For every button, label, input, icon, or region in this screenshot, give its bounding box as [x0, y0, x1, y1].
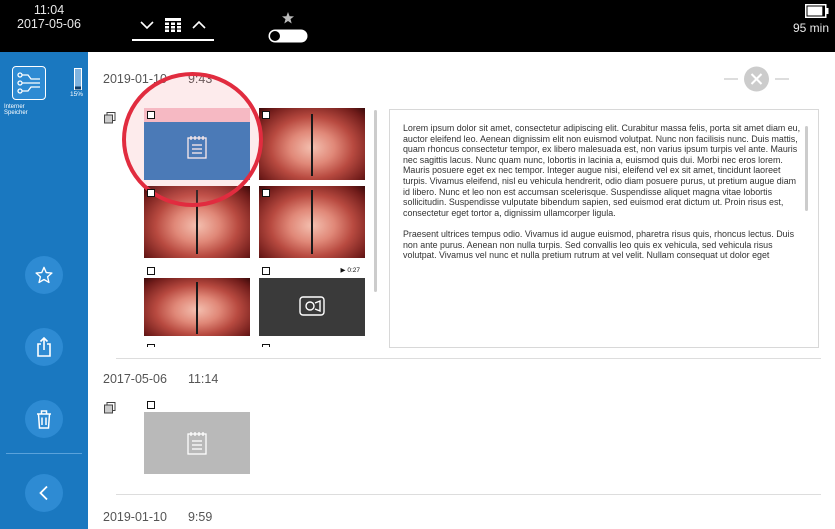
- thumbnail-checkbox[interactable]: [147, 267, 155, 275]
- video-duration: ▶ 0:27: [340, 267, 360, 274]
- sidebar: 15% Interner Speicher: [0, 52, 88, 529]
- video-camera-icon: [299, 296, 325, 316]
- group-time: 11:14: [187, 372, 219, 386]
- note-paragraph: Praesent ultrices tempus odio. Vivamus i…: [403, 228, 795, 261]
- thumbnail-checkbox[interactable]: [262, 267, 270, 275]
- group-time: 9:43: [187, 72, 213, 86]
- grid-view-icon[interactable]: [165, 18, 181, 32]
- thumbnail-checkbox[interactable]: [262, 189, 270, 197]
- note-icon: [187, 136, 207, 159]
- thumbnail-checkbox[interactable]: [147, 111, 155, 119]
- image-thumbnail[interactable]: [144, 186, 250, 258]
- back-button[interactable]: [25, 474, 63, 512]
- close-group-button[interactable]: [724, 66, 789, 92]
- group-header: 2017-05-06 11:14: [103, 372, 218, 386]
- favorites-toggle[interactable]: [268, 12, 308, 46]
- clock-date: 2017-05-06: [17, 17, 81, 31]
- share-icon: [37, 337, 51, 357]
- thumbnail-checkbox[interactable]: [262, 111, 270, 119]
- clock-time: 11:04: [33, 3, 65, 17]
- group-separator: [116, 358, 821, 359]
- favorite-button[interactable]: [25, 256, 63, 294]
- chevron-up-icon[interactable]: [192, 20, 206, 30]
- star-outline-icon: [35, 266, 53, 284]
- note-icon: [187, 432, 207, 455]
- view-toggle-underline: [132, 39, 214, 41]
- storage-level-icon: [74, 68, 82, 90]
- export-button[interactable]: [25, 328, 63, 366]
- image-thumbnail[interactable]: [259, 186, 365, 258]
- internal-storage-icon: [12, 66, 46, 100]
- note-thumbnail[interactable]: [144, 398, 250, 474]
- view-toggle: [132, 18, 214, 41]
- group-header: 2019-01-10 9:59: [103, 510, 212, 524]
- clock: 11:04 2017-05-06: [0, 3, 98, 31]
- storage-selector[interactable]: 15% Interner Speicher: [4, 60, 84, 120]
- thumbnail-checkbox-partial[interactable]: [262, 344, 270, 347]
- group-date: 2019-01-10: [103, 510, 167, 524]
- image-thumbnail[interactable]: [144, 264, 250, 336]
- group-date: 2017-05-06: [103, 372, 167, 386]
- delete-button[interactable]: [25, 400, 63, 438]
- battery-indicator: 95 min: [793, 4, 829, 35]
- video-thumbnail[interactable]: ▶ 0:27: [259, 264, 365, 336]
- group-separator: [116, 494, 821, 495]
- gallery-main: 2019-01-10 9:43 ▶ 0:27 Lorem ipsum dolor…: [88, 52, 835, 529]
- select-group-icon[interactable]: [104, 112, 116, 124]
- thumbnail-checkbox-partial[interactable]: [147, 344, 155, 347]
- thumbnail-scrollbar[interactable]: [374, 110, 377, 292]
- note-paragraph: Lorem ipsum dolor sit amet, consectetur …: [403, 123, 801, 218]
- chevron-down-icon[interactable]: [140, 20, 154, 30]
- image-thumbnail[interactable]: [259, 108, 365, 180]
- storage-percent: 15%: [70, 91, 84, 98]
- sidebar-divider: [6, 453, 82, 454]
- note-preview-panel: Lorem ipsum dolor sit amet, consectetur …: [389, 109, 819, 348]
- trash-icon: [37, 409, 51, 429]
- thumbnail-checkbox[interactable]: [147, 189, 155, 197]
- back-icon: [39, 485, 48, 501]
- group-time: 9:59: [187, 510, 213, 524]
- note-text[interactable]: Lorem ipsum dolor sit amet, consectetur …: [403, 123, 803, 337]
- top-status-bar: 11:04 2017-05-06 95 min: [0, 0, 835, 52]
- storage-label: Interner Speicher: [4, 104, 28, 116]
- note-scrollbar[interactable]: [805, 126, 808, 211]
- battery-remaining: 95 min: [792, 21, 829, 35]
- thumbnail-checkbox[interactable]: [147, 401, 155, 409]
- battery-icon: [805, 4, 829, 18]
- note-thumbnail-selected[interactable]: [144, 108, 250, 180]
- group-header: 2019-01-10 9:43: [103, 72, 212, 86]
- star-icon: [282, 12, 294, 24]
- select-group-icon[interactable]: [104, 402, 116, 414]
- toggle-switch-icon: [268, 29, 308, 43]
- group-date: 2019-01-10: [103, 72, 167, 86]
